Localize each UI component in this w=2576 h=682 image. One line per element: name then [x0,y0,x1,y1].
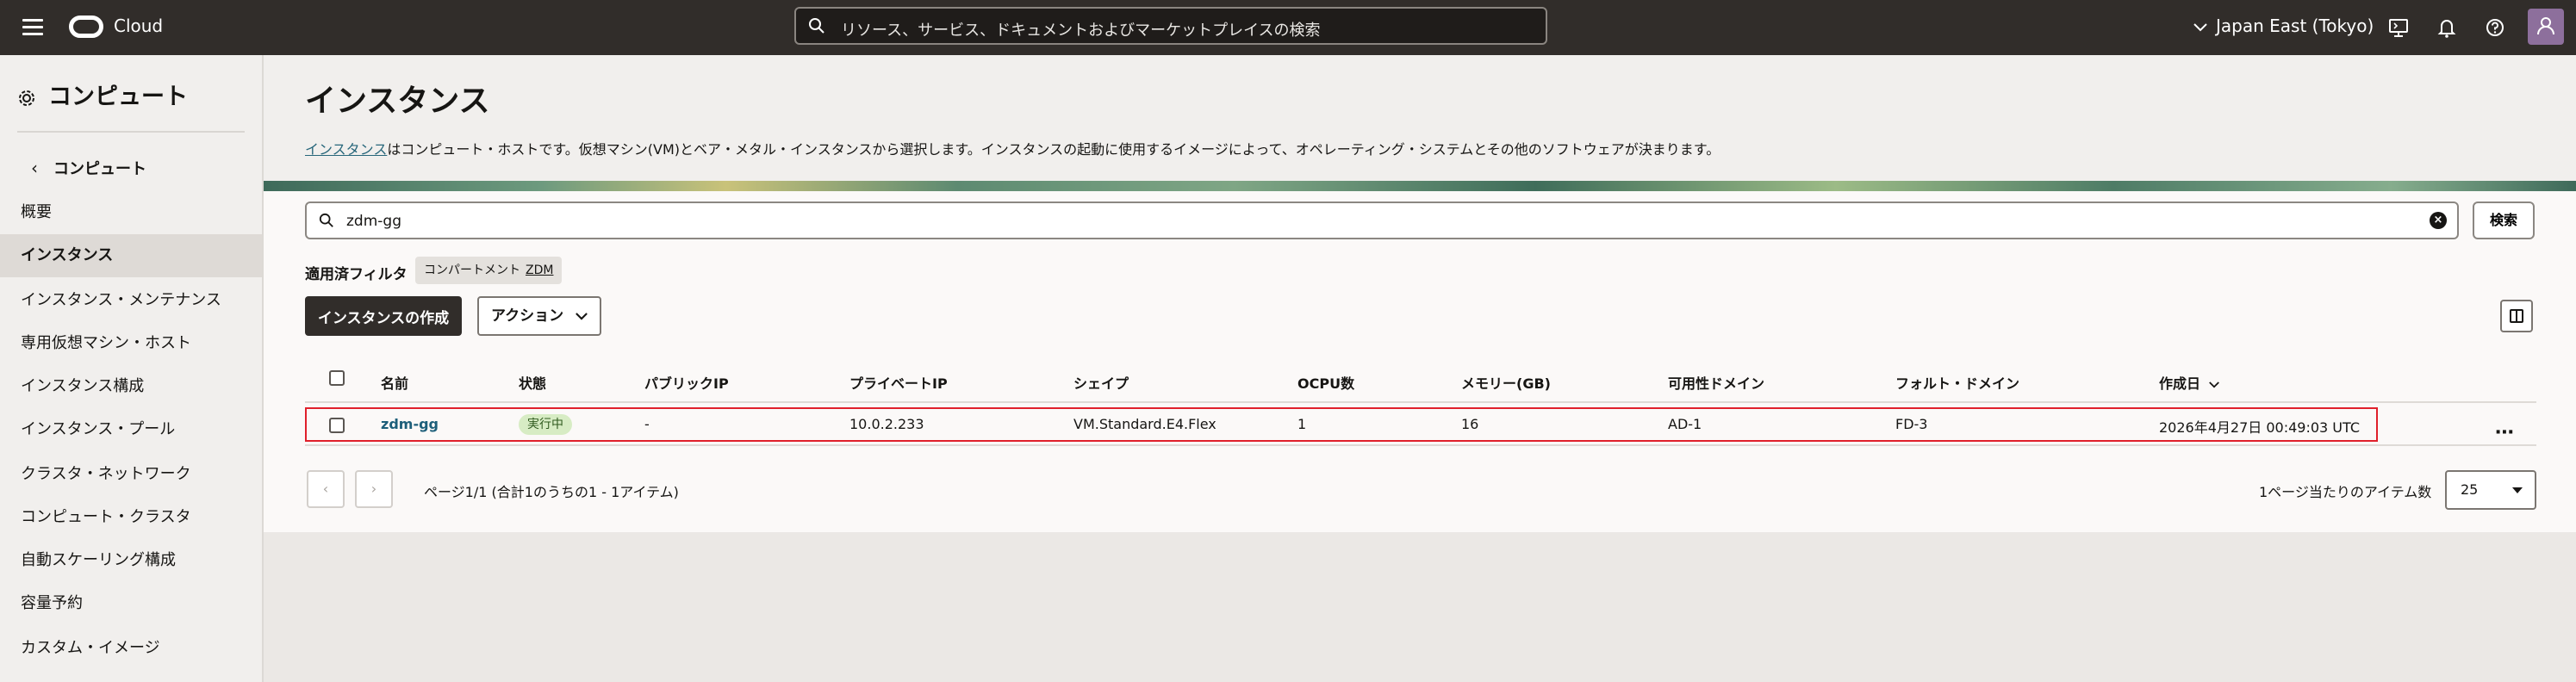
items-per-page-select[interactable]: 25 [2445,470,2536,510]
hamburger-menu-icon[interactable] [22,19,43,36]
col-header-private-ip: プライベートIP [849,375,948,392]
col-header-fault-domain: フォルト・ドメイン [1895,375,2020,392]
row-actions-menu-icon[interactable]: ⋯ [2495,422,2515,443]
sidebar-item-compute-clusters[interactable]: コンピュート・クラスタ [0,496,262,539]
prev-page-button[interactable]: ‹ [307,470,345,508]
status-badge-text: 実行中 [519,414,572,435]
cloud-shell-icon[interactable] [2386,16,2411,40]
col-header-public-ip: パブリックIP [644,375,729,392]
select-all-checkbox[interactable] [329,370,345,386]
sidebar-title: コンピュート [17,78,188,111]
decorative-banner [264,181,2576,191]
user-avatar[interactable] [2528,9,2564,45]
oracle-logo-icon[interactable] [69,16,103,38]
sidebar-title-text: コンピュート [48,84,188,110]
sidebar-back-link[interactable]: ‹ コンピュート [31,157,146,179]
filter-search-input[interactable]: zdm-gg × [305,202,2459,239]
page-title: インスタンス [305,84,490,119]
sidebar-divider [17,131,245,133]
chip-value: ZDM [526,264,554,277]
col-header-memory: メモリー(GB) [1461,375,1551,392]
sidebar-item-custom-images[interactable]: カスタム・イメージ [0,627,262,670]
instance-name-link[interactable]: zdm-gg [381,416,439,432]
col-header-availability-domain: 可用性ドメイン [1668,375,1765,392]
col-header-created-label: 作成日 [2159,375,2201,392]
global-search-input[interactable]: リソース、サービス、ドキュメントおよびマーケットプレイスの検索 [794,7,1547,45]
region-selector[interactable]: Japan East (Tokyo) [2193,16,2374,36]
sidebar: コンピュート ‹ コンピュート 概要 インスタンス インスタンス・メンテナンス 専… [0,55,264,682]
sidebar-item-instance-configurations[interactable]: インスタンス構成 [0,365,262,408]
cell-memory: 16 [1461,416,1479,432]
sort-chevron-down-icon [2209,381,2219,388]
sidebar-item-cluster-networks[interactable]: クラスタ・ネットワーク [0,453,262,496]
compartment-filter-chip[interactable]: コンパートメント ZDM [415,257,563,284]
filter-search-value: zdm-gg [346,213,401,230]
chevron-left-icon: ‹ [31,158,38,178]
items-per-page-value: 25 [2461,481,2479,498]
search-icon [319,213,333,227]
sidebar-item-overview[interactable]: 概要 [0,191,262,234]
items-per-page-label: 1ページ当たりのアイテム数 [2259,484,2432,500]
columns-icon [2510,309,2523,323]
instance-name: zdm-gg [381,416,439,432]
cell-private-ip: 10.0.2.233 [849,416,924,432]
applied-filters-label: 適用済フィルタ [305,266,408,283]
notifications-bell-icon[interactable] [2435,16,2459,40]
status-badge: 実行中 [519,414,572,435]
gear-icon [19,90,34,106]
col-header-created[interactable]: 作成日 [2159,372,2219,393]
cell-shape: VM.Standard.E4.Flex [1073,416,1216,432]
sidebar-back-label: コンピュート [53,160,146,178]
top-bar: Cloud リソース、サービス、ドキュメントおよびマーケットプレイスの検索 Ja… [0,0,2576,55]
col-header-state: 状態 [519,375,547,392]
cell-availability-domain: AD-1 [1668,416,1702,432]
sidebar-item-instance-pools[interactable]: インスタンス・プール [0,408,262,451]
chevron-down-icon [2193,23,2207,32]
table-header: 名前 状態 パブリックIP プライベートIP シェイプ OCPU数 メモリー(G… [305,360,2536,403]
sidebar-item-capacity-reservations[interactable]: 容量予約 [0,582,262,625]
cell-fault-domain: FD-3 [1895,416,1928,432]
sidebar-item-instances[interactable]: インスタンス [0,234,262,277]
clear-search-icon[interactable]: × [2430,212,2447,229]
create-instance-button[interactable]: インスタンスの作成 [305,296,462,336]
search-icon [809,18,824,34]
col-header-name: 名前 [381,375,409,392]
region-label: Japan East (Tokyo) [2216,16,2374,36]
cell-ocpu: 1 [1297,416,1307,432]
chevron-down-icon [576,313,588,320]
page-description: インスタンスはコンピュート・ホストです。仮想マシン(VM)とベア・メタル・インス… [305,138,1720,158]
pagination-info: ページ1/1 (合計1のうちの1 - 1アイテム) [424,484,679,500]
chip-label: コンパートメント [424,264,520,277]
page-header: インスタンス インスタンスはコンピュート・ホストです。仮想マシン(VM)とベア・… [264,55,2576,181]
row-select-checkbox[interactable] [329,418,345,433]
actions-menu-button[interactable]: アクション [477,296,601,336]
user-profile-icon [2537,17,2554,35]
instances-doc-link[interactable]: インスタンス [305,141,387,158]
search-button[interactable]: 検索 [2473,202,2535,239]
page-description-text: はコンピュート・ホストです。仮想マシン(VM)とベア・メタル・インスタンスから選… [387,141,1720,158]
sidebar-item-autoscaling-configurations[interactable]: 自動スケーリング構成 [0,539,262,582]
help-icon[interactable] [2483,16,2507,40]
table-row: zdm-gg 実行中 - 10.0.2.233 VM.Standard.E4.F… [305,405,2536,446]
next-page-button[interactable]: › [355,470,393,508]
sidebar-item-instance-maintenance[interactable]: インスタンス・メンテナンス [0,279,262,322]
column-settings-button[interactable] [2500,300,2533,332]
caret-down-icon [2512,487,2523,493]
page-background [264,532,2576,682]
sidebar-item-dedicated-vm-hosts[interactable]: 専用仮想マシン・ホスト [0,322,262,365]
col-header-shape: シェイプ [1073,375,1129,392]
col-header-ocpu: OCPU数 [1297,375,1355,392]
global-search-placeholder: リソース、サービス、ドキュメントおよびマーケットプレイスの検索 [841,22,1321,40]
cell-public-ip: - [644,416,650,432]
brand-name: Cloud [114,16,164,36]
actions-label: アクション [490,307,564,325]
cell-created: 2026年4月27日 00:49:03 UTC [2159,419,2361,436]
